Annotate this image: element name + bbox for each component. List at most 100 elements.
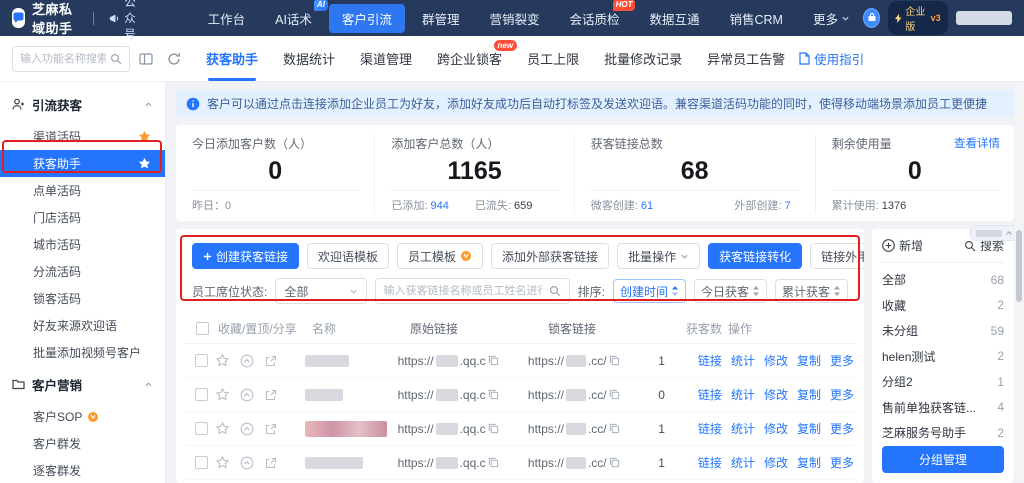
nav-more[interactable]: 更多 (800, 4, 863, 33)
action-link[interactable]: 链接 (698, 352, 722, 369)
row-checkbox[interactable] (195, 456, 208, 469)
group-item-helen-test[interactable]: helen测试2 (882, 344, 1004, 370)
external-use-button[interactable]: 链接外用 (810, 243, 864, 269)
sidebar-item-channel-code[interactable]: 渠道活码 (0, 123, 165, 150)
sidebar-item-acquisition-assistant[interactable]: 获客助手 (0, 150, 165, 177)
staff-template-button[interactable]: 员工模板 (397, 243, 483, 269)
batch-actions-button[interactable]: 批量操作 (617, 243, 700, 269)
link-search-box[interactable] (375, 278, 570, 304)
function-search[interactable] (12, 46, 130, 72)
sidebar-item-friend-source-welcome[interactable]: 好友来源欢迎语 (0, 312, 165, 339)
usage-guide-link[interactable]: 使用指引 (799, 49, 864, 68)
section-customer-marketing[interactable]: 客户营销 (0, 366, 165, 403)
row-checkbox[interactable] (195, 422, 208, 435)
action-copy[interactable]: 复制 (797, 352, 821, 369)
sidebar-item-chase-broadcast[interactable]: 逐客群发 (0, 457, 165, 483)
copy-icon[interactable] (488, 389, 499, 400)
star-icon-favorite[interactable] (138, 130, 151, 143)
sidebar-item-city-code[interactable]: 城市活码 (0, 231, 165, 258)
action-edit[interactable]: 修改 (764, 420, 788, 437)
action-link[interactable]: 链接 (698, 386, 722, 403)
copy-icon[interactable] (609, 423, 620, 434)
copy-icon[interactable] (488, 355, 499, 366)
copy-icon[interactable] (488, 423, 499, 434)
tab-acquisition-assistant[interactable]: 获客助手 (206, 36, 258, 81)
sidebar-item-split-code[interactable]: 分流活码 (0, 258, 165, 285)
action-link[interactable]: 链接 (698, 420, 722, 437)
enterprise-avatar[interactable] (863, 8, 880, 28)
sort-by-today-acquired[interactable]: 今日获客 (694, 279, 767, 303)
action-stats[interactable]: 统计 (731, 420, 755, 437)
tab-channel-management[interactable]: 渠道管理 (360, 36, 412, 81)
action-more[interactable]: 更多 (830, 386, 854, 403)
sort-by-created-time[interactable]: 创建时间 (613, 279, 686, 303)
group-item-favorites[interactable]: 收藏2 (882, 293, 1004, 319)
section-traffic-acquisition[interactable]: 引流获客 (0, 86, 165, 123)
nav-ai-script[interactable]: AI话术AI (262, 4, 325, 33)
nav-chat-inspection[interactable]: 会话质检HOT (556, 4, 632, 33)
select-all-checkbox[interactable] (196, 322, 209, 335)
add-group-button[interactable]: 新增 (882, 237, 923, 254)
action-edit[interactable]: 修改 (764, 352, 788, 369)
copy-icon[interactable] (609, 355, 620, 366)
sidebar-item-batch-video-customers[interactable]: 批量添加视频号客户 (0, 339, 165, 366)
sidebar-item-customer-sop[interactable]: 客户SOP (0, 403, 165, 430)
group-item-presales[interactable]: 售前单独获客链...4 (882, 395, 1004, 421)
nav-data-exchange[interactable]: 数据互通 (636, 4, 712, 33)
action-link[interactable]: 链接 (698, 454, 722, 471)
tab-data-statistics[interactable]: 数据统计 (283, 36, 335, 81)
sidebar-item-store-code[interactable]: 门店活码 (0, 204, 165, 231)
nav-customer-acquisition[interactable]: 客户引流 (329, 4, 405, 33)
redacted-username[interactable] (956, 11, 1012, 25)
row-checkbox[interactable] (195, 388, 208, 401)
group-item-all[interactable]: 全部68 (882, 267, 1004, 293)
plan-badge[interactable]: 企业版 v3 (888, 1, 947, 35)
action-more[interactable]: 更多 (830, 454, 854, 471)
group-manage-button[interactable]: 分组管理 (882, 446, 1004, 473)
action-more[interactable]: 更多 (830, 420, 854, 437)
scrollbar-thumb[interactable] (1016, 230, 1022, 302)
copy-icon[interactable] (609, 457, 620, 468)
nav-workbench[interactable]: 工作台 (195, 4, 259, 33)
nav-group-management[interactable]: 群管理 (409, 4, 473, 33)
action-stats[interactable]: 统计 (731, 454, 755, 471)
action-stats[interactable]: 统计 (731, 386, 755, 403)
nav-marketing-fission[interactable]: 营销裂变 (476, 4, 552, 33)
tab-abnormal-staff-alert[interactable]: 异常员工告警 (707, 36, 785, 81)
star-icon-favorite-active[interactable] (138, 157, 151, 170)
row-checkbox[interactable] (195, 354, 208, 367)
tab-cross-enterprise-lock[interactable]: 跨企业锁客new (437, 36, 502, 81)
copy-icon[interactable] (488, 457, 499, 468)
action-edit[interactable]: 修改 (764, 454, 788, 471)
panel-toggle-icon[interactable] (134, 47, 158, 71)
seat-status-select[interactable]: 全部 (275, 278, 366, 304)
action-stats[interactable]: 统计 (731, 352, 755, 369)
page-scrollbar[interactable] (1015, 84, 1023, 481)
link-conversion-button[interactable]: 获客链接转化 (708, 243, 802, 269)
action-more[interactable]: 更多 (830, 352, 854, 369)
official-account-switch[interactable]: 公众号 (109, 0, 136, 42)
view-details-link[interactable]: 查看详情 (954, 135, 1000, 151)
copy-icon[interactable] (609, 389, 620, 400)
link-search-input[interactable] (384, 285, 543, 297)
refresh-icon[interactable] (162, 47, 186, 71)
sidebar-item-lock-code[interactable]: 锁客活码 (0, 285, 165, 312)
action-copy[interactable]: 复制 (797, 420, 821, 437)
sidebar-item-customer-broadcast[interactable]: 客户群发 (0, 430, 165, 457)
tab-batch-modify-log[interactable]: 批量修改记录 (604, 36, 682, 81)
group-item-service-assistant[interactable]: 芝麻服务号助手2 (882, 420, 1004, 446)
collapsed-widget[interactable] (969, 225, 1020, 241)
function-search-input[interactable] (20, 53, 106, 65)
action-copy[interactable]: 复制 (797, 386, 821, 403)
action-copy[interactable]: 复制 (797, 454, 821, 471)
tab-staff-limit[interactable]: 员工上限 (527, 36, 579, 81)
welcome-template-button[interactable]: 欢迎语模板 (307, 243, 389, 269)
group-item-ungrouped[interactable]: 未分组59 (882, 318, 1004, 344)
nav-sales-crm[interactable]: 销售CRM (717, 4, 796, 33)
create-link-button[interactable]: 创建获客链接 (192, 243, 299, 269)
group-item-group2[interactable]: 分组21 (882, 369, 1004, 395)
sidebar-item-order-code[interactable]: 点单活码 (0, 177, 165, 204)
sort-by-total-acquired[interactable]: 累计获客 (775, 279, 848, 303)
action-edit[interactable]: 修改 (764, 386, 788, 403)
add-external-link-button[interactable]: 添加外部获客链接 (491, 243, 609, 269)
